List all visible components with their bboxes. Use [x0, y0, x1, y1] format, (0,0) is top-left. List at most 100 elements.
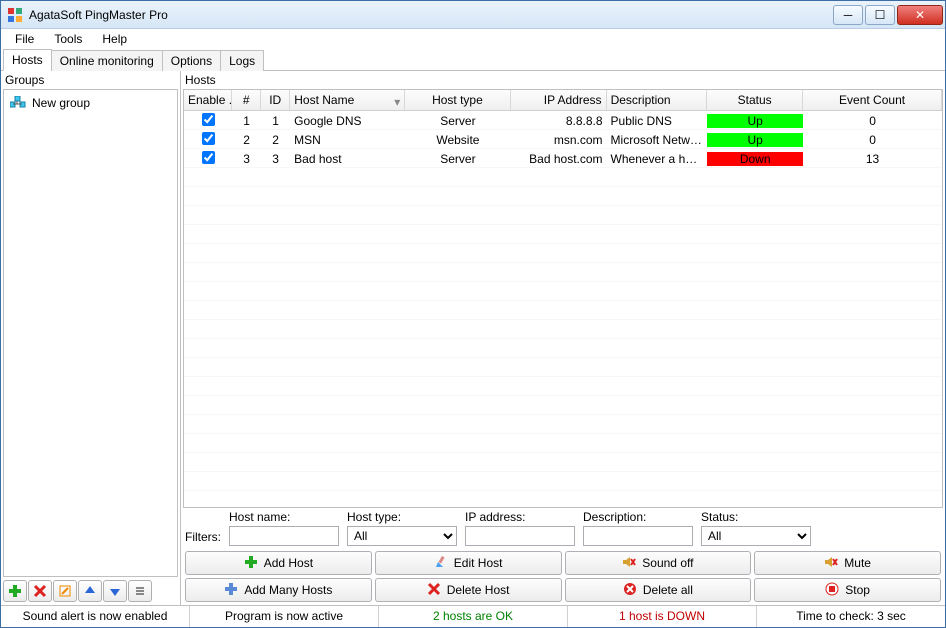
tab-logs[interactable]: Logs [220, 50, 264, 71]
delete-all-icon [623, 582, 637, 599]
grid-body[interactable]: 11Google DNSServer8.8.8.8Public DNSUp022… [184, 111, 942, 507]
cell-id: 3 [261, 152, 290, 166]
maximize-button[interactable]: ☐ [865, 5, 895, 25]
delete-group-button[interactable] [28, 580, 52, 602]
delete-icon [427, 582, 441, 599]
cell-description: Public DNS [607, 114, 708, 128]
window: AgataSoft PingMaster Pro ─ ☐ ✕ File Tool… [0, 0, 946, 628]
groups-label: Groups [1, 71, 180, 89]
col-event-count[interactable]: Event Count [803, 90, 942, 110]
hosts-label: Hosts [181, 71, 945, 89]
cell-ip: 8.8.8.8 [511, 114, 607, 128]
filter-description-input[interactable] [583, 526, 693, 546]
cell-id: 2 [261, 133, 290, 147]
filter-host-type-select[interactable]: All [347, 526, 457, 546]
cell-num: 1 [232, 114, 261, 128]
cell-event-count: 13 [803, 152, 942, 166]
cell-enable [184, 151, 232, 167]
groups-tree[interactable]: New group [3, 89, 178, 577]
filter-description-label: Description: [583, 510, 693, 524]
cell-event-count: 0 [803, 133, 942, 147]
minimize-button[interactable]: ─ [833, 5, 863, 25]
cell-status: Up [707, 114, 803, 128]
list-button[interactable] [128, 580, 152, 602]
filter-status-label: Status: [701, 510, 811, 524]
groups-panel: Groups New group [1, 71, 181, 605]
menu-help[interactable]: Help [92, 30, 137, 48]
grid-header: Enable ... # ID Host Name▾ Host type IP … [184, 90, 942, 111]
add-many-hosts-button[interactable]: Add Many Hosts [185, 578, 372, 602]
cell-host-name: MSN [290, 133, 405, 147]
cell-status: Down [707, 152, 803, 166]
cell-host-type: Website [405, 133, 510, 147]
filters-label: Filters: [185, 530, 221, 546]
filter-status-select[interactable]: All [701, 526, 811, 546]
tab-online-monitoring[interactable]: Online monitoring [51, 50, 163, 71]
tabstrip: Hosts Online monitoring Options Logs [1, 49, 945, 71]
table-row[interactable]: 22MSNWebsitemsn.comMicrosoft Network ...… [184, 130, 942, 149]
cell-id: 1 [261, 114, 290, 128]
filter-ip-input[interactable] [465, 526, 575, 546]
client-area: Groups New group Hosts [1, 71, 945, 605]
tab-options[interactable]: Options [162, 50, 221, 71]
cell-host-name: Google DNS [290, 114, 405, 128]
col-ip[interactable]: IP Address [511, 90, 607, 110]
group-icon [10, 96, 26, 110]
filter-host-name-input[interactable] [229, 526, 339, 546]
sound-off-icon [622, 555, 636, 572]
col-host-type[interactable]: Host type [405, 90, 510, 110]
stop-icon [825, 582, 839, 599]
cell-host-type: Server [405, 152, 510, 166]
sound-off-button[interactable]: Sound off [565, 551, 752, 575]
cell-host-type: Server [405, 114, 510, 128]
status-sound: Sound alert is now enabled [1, 606, 190, 627]
add-group-button[interactable] [3, 580, 27, 602]
close-button[interactable]: ✕ [897, 5, 943, 25]
enable-checkbox[interactable] [202, 113, 215, 126]
window-title: AgataSoft PingMaster Pro [29, 8, 831, 22]
menubar: File Tools Help [1, 29, 945, 49]
cell-event-count: 0 [803, 114, 942, 128]
cell-enable [184, 132, 232, 148]
edit-group-button[interactable] [53, 580, 77, 602]
delete-host-button[interactable]: Delete Host [375, 578, 562, 602]
cell-ip: Bad host.com [511, 152, 607, 166]
plus-icon [224, 582, 238, 599]
status-hosts-down: 1 host is DOWN [568, 606, 757, 627]
move-up-button[interactable] [78, 580, 102, 602]
mute-button[interactable]: Mute [754, 551, 941, 575]
cell-enable [184, 113, 232, 129]
move-down-button[interactable] [103, 580, 127, 602]
cell-host-name: Bad host [290, 152, 405, 166]
menu-tools[interactable]: Tools [44, 30, 92, 48]
enable-checkbox[interactable] [202, 151, 215, 164]
table-row[interactable]: 11Google DNSServer8.8.8.8Public DNSUp0 [184, 111, 942, 130]
col-host-name[interactable]: Host Name▾ [290, 90, 405, 110]
groups-toolbar [1, 577, 180, 605]
cell-description: Whenever a host is... [607, 152, 708, 166]
col-description[interactable]: Description [607, 90, 708, 110]
filters-row: Filters: Host name: Host type: All IP ad… [181, 508, 945, 548]
menu-file[interactable]: File [5, 30, 44, 48]
edit-icon [434, 555, 448, 572]
filter-host-type-label: Host type: [347, 510, 457, 524]
cell-status: Up [707, 133, 803, 147]
enable-checkbox[interactable] [202, 132, 215, 145]
window-buttons: ─ ☐ ✕ [831, 5, 943, 25]
delete-all-button[interactable]: Delete all [565, 578, 752, 602]
col-num[interactable]: # [232, 90, 261, 110]
tree-item-label: New group [32, 96, 90, 110]
edit-host-button[interactable]: Edit Host [375, 551, 562, 575]
col-enable[interactable]: Enable ... [184, 90, 232, 110]
table-row[interactable]: 33Bad hostServerBad host.comWhenever a h… [184, 149, 942, 168]
action-buttons: Add Host Edit Host Sound off Mute Add Ma… [181, 548, 945, 605]
stop-button[interactable]: Stop [754, 578, 941, 602]
tab-hosts[interactable]: Hosts [3, 49, 52, 71]
filter-ip-label: IP address: [465, 510, 575, 524]
col-id[interactable]: ID [261, 90, 290, 110]
plus-icon [244, 555, 258, 572]
tree-item-new-group[interactable]: New group [8, 94, 173, 112]
add-host-button[interactable]: Add Host [185, 551, 372, 575]
cell-num: 2 [232, 133, 261, 147]
col-status[interactable]: Status [707, 90, 803, 110]
